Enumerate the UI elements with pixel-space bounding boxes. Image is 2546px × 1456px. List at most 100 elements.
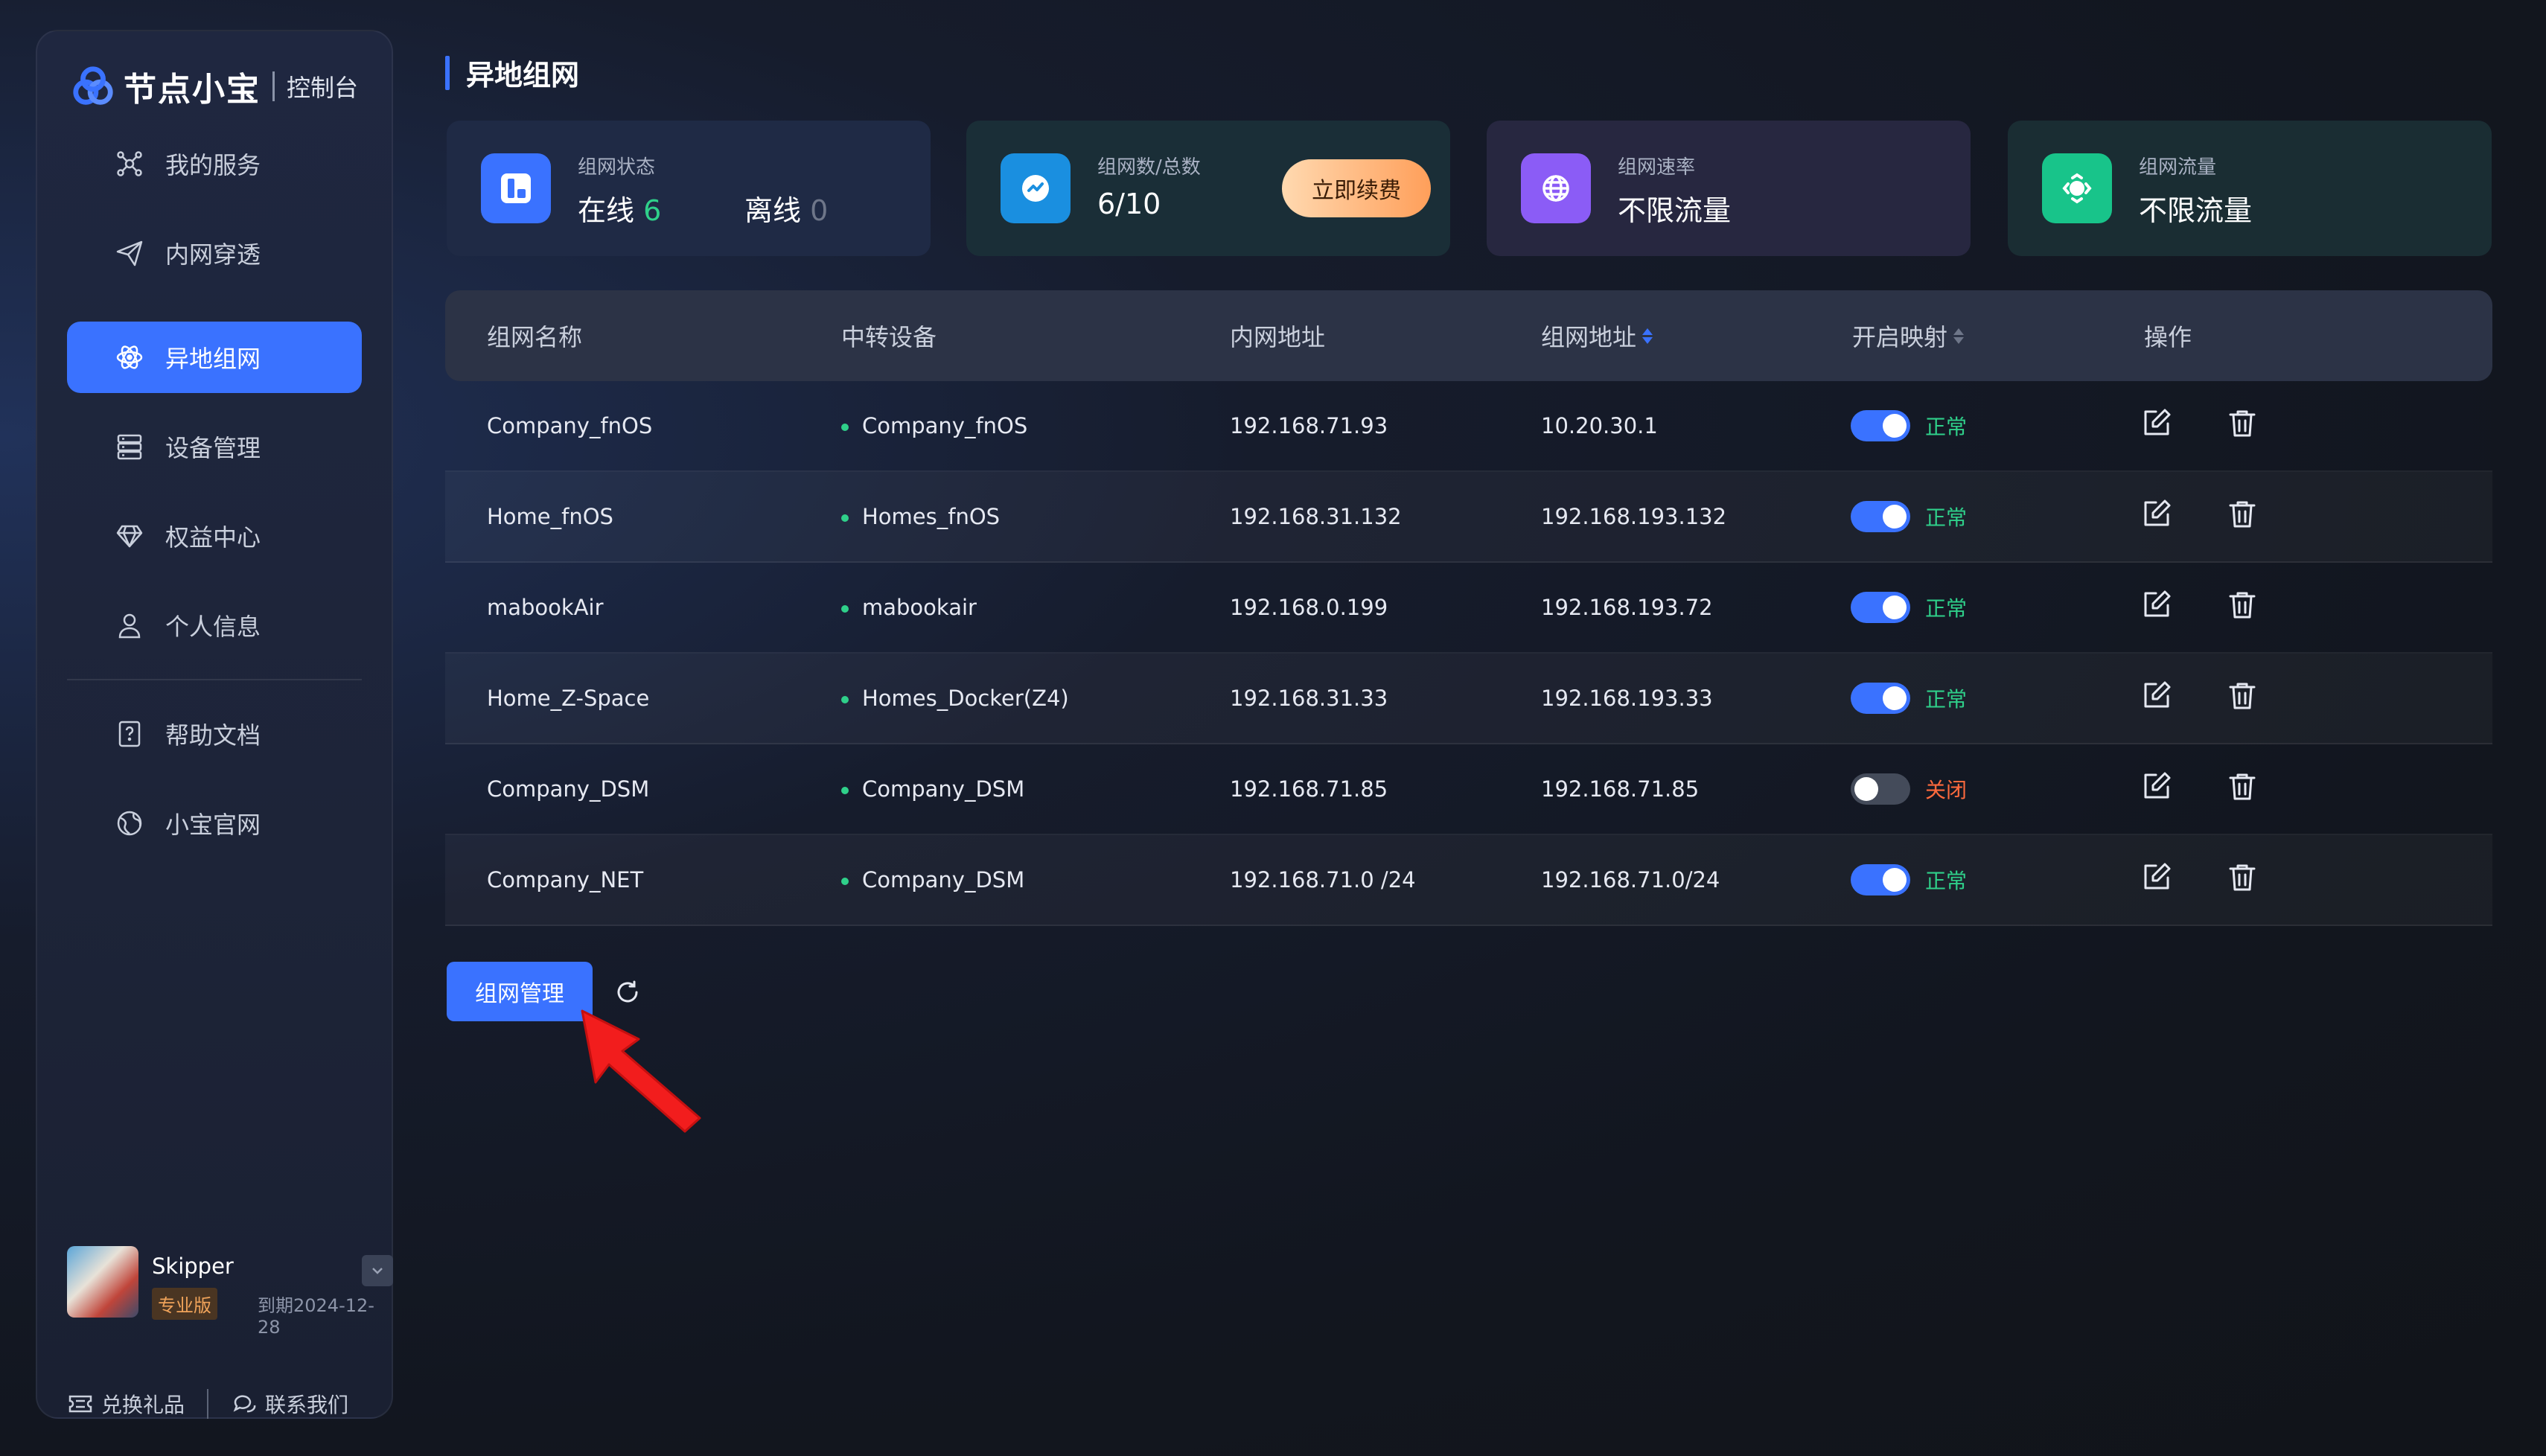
card-label: 组网速率 xyxy=(1618,156,1696,179)
network-name: Company_NET xyxy=(487,867,644,893)
network-status-card: 组网状态 在线 6 离线 0 xyxy=(447,121,931,256)
delete-button[interactable] xyxy=(2226,498,2259,536)
renew-button[interactable]: 立即续费 xyxy=(1282,159,1431,217)
card-label: 组网流量 xyxy=(2139,156,2217,179)
sidebar: 节点小宝 控制台 我的服务 内网穿透 异地组网 设备管理 权益中心 个人信息 帮… xyxy=(36,30,393,1419)
trash-icon xyxy=(2229,864,2256,890)
mapping-toggle[interactable] xyxy=(1851,592,1910,623)
network-traffic-value: 不限流量 xyxy=(2139,194,2253,227)
mapping-toggle[interactable] xyxy=(1851,864,1910,895)
sidebar-item-benefits[interactable]: 权益中心 xyxy=(67,500,362,572)
column-header-net-address[interactable]: 组网地址 xyxy=(1541,319,1653,353)
diamond-icon xyxy=(113,520,146,552)
column-header-lan: 内网地址 xyxy=(1230,323,1326,351)
sidebar-item-website[interactable]: 小宝官网 xyxy=(67,788,362,859)
column-header-mapping-label: 开启映射 xyxy=(1852,323,1948,351)
mapping-toggle[interactable] xyxy=(1851,683,1910,714)
sidebar-footer: 兑换礼品 联系我们 xyxy=(67,1386,380,1422)
sort-icon xyxy=(1953,328,1965,344)
mapping-status: 关闭 xyxy=(1925,778,1968,802)
network-nodes-icon xyxy=(113,147,146,180)
relay-device-name: Company_DSM xyxy=(862,776,1025,802)
network-count-value: 6/10 xyxy=(1097,188,1161,220)
help-doc-icon xyxy=(113,718,146,750)
user-menu-toggle[interactable] xyxy=(362,1255,393,1286)
edit-button[interactable] xyxy=(2140,770,2172,808)
lan-address: 192.168.71.85 xyxy=(1230,776,1388,802)
contact-us-label: 联系我们 xyxy=(265,1393,349,1417)
edit-icon xyxy=(2144,772,2171,798)
network-count-card: 组网数/总数 6/10 立即续费 xyxy=(966,121,1450,256)
app-logo[interactable]: 节点小宝 控制台 xyxy=(70,63,358,110)
mapping-status: 正常 xyxy=(1925,596,1968,621)
row-actions xyxy=(2140,407,2259,445)
delete-button[interactable] xyxy=(2226,407,2259,445)
relay-device: Company_DSM xyxy=(841,867,1024,893)
edit-button[interactable] xyxy=(2140,589,2172,627)
lan-address: 192.168.0.199 xyxy=(1230,595,1388,620)
sidebar-item-devices[interactable]: 设备管理 xyxy=(67,411,362,482)
mapping-toggle[interactable] xyxy=(1851,501,1910,532)
edit-icon xyxy=(2144,590,2171,616)
sidebar-divider xyxy=(67,679,362,680)
delete-button[interactable] xyxy=(2226,770,2259,808)
layout-icon xyxy=(501,173,531,203)
row-actions xyxy=(2140,861,2259,899)
sidebar-item-remote-network[interactable]: 异地组网 xyxy=(67,322,362,393)
delete-button[interactable] xyxy=(2226,680,2259,718)
offline-count: 0 xyxy=(810,194,829,227)
sidebar-item-my-services[interactable]: 我的服务 xyxy=(67,128,362,199)
edit-button[interactable] xyxy=(2140,407,2172,445)
relay-device-name: Homes_Docker(Z4) xyxy=(862,686,1069,711)
sidebar-item-help-docs[interactable]: 帮助文档 xyxy=(67,698,362,770)
sidebar-item-profile[interactable]: 个人信息 xyxy=(67,590,362,661)
net-address: 192.168.71.0/24 xyxy=(1541,867,1720,893)
sidebar-item-intranet[interactable]: 内网穿透 xyxy=(67,217,362,289)
chevron-down-icon xyxy=(372,1268,383,1274)
mapping-control: 正常 xyxy=(1851,501,1967,532)
sidebar-item-label: 个人信息 xyxy=(165,613,261,641)
contact-us-link[interactable]: 联系我们 xyxy=(231,1389,348,1419)
mapping-status: 正常 xyxy=(1925,415,1968,439)
paper-plane-icon xyxy=(113,237,146,269)
delete-button[interactable] xyxy=(2226,861,2259,899)
network-manage-button[interactable]: 组网管理 xyxy=(447,962,593,1021)
mapping-control: 正常 xyxy=(1851,410,1967,441)
edit-button[interactable] xyxy=(2140,498,2172,536)
redeem-gift-label: 兑换礼品 xyxy=(101,1393,185,1417)
globe-icon xyxy=(1542,175,1569,202)
mapping-toggle[interactable] xyxy=(1851,410,1910,441)
mapping-control: 正常 xyxy=(1851,864,1967,895)
sidebar-item-label: 小宝官网 xyxy=(165,811,261,839)
net-address: 10.20.30.1 xyxy=(1541,413,1658,438)
online-status: 在线 6 xyxy=(578,188,661,229)
online-dot xyxy=(841,787,849,794)
lan-address: 192.168.31.33 xyxy=(1230,686,1388,711)
row-actions xyxy=(2140,498,2259,536)
expire-date: 到期2024-12-28 xyxy=(258,1295,374,1338)
edit-icon xyxy=(2144,409,2171,435)
table-row: Home_fnOS Homes_fnOS 192.168.31.132 192.168… xyxy=(445,472,2492,563)
online-dot xyxy=(841,605,849,613)
edit-button[interactable] xyxy=(2140,680,2172,718)
net-address: 192.168.193.132 xyxy=(1541,504,1727,529)
logo-divider xyxy=(272,71,275,101)
redeem-gift-link[interactable]: 兑换礼品 xyxy=(67,1389,185,1419)
user-profile[interactable]: Skipper 专业版 到期2024-12-28 xyxy=(67,1246,393,1338)
brand-logo-icon xyxy=(73,66,113,105)
mapping-status: 正常 xyxy=(1925,505,1968,530)
mapping-status: 正常 xyxy=(1925,869,1968,893)
mapping-toggle[interactable] xyxy=(1851,773,1910,805)
column-header-mapping[interactable]: 开启映射 xyxy=(1852,319,1965,353)
relay-device: Company_DSM xyxy=(841,776,1024,802)
row-actions xyxy=(2140,770,2259,808)
net-address: 192.168.193.72 xyxy=(1541,595,1713,620)
network-name: Company_DSM xyxy=(487,776,650,802)
relay-device-name: Homes_fnOS xyxy=(862,504,1001,529)
delete-button[interactable] xyxy=(2226,589,2259,627)
edit-button[interactable] xyxy=(2140,861,2172,899)
sidebar-item-label: 内网穿透 xyxy=(165,240,261,269)
sidebar-item-label: 设备管理 xyxy=(165,434,261,462)
trash-icon xyxy=(2229,592,2256,618)
offline-status: 离线 0 xyxy=(744,188,828,229)
